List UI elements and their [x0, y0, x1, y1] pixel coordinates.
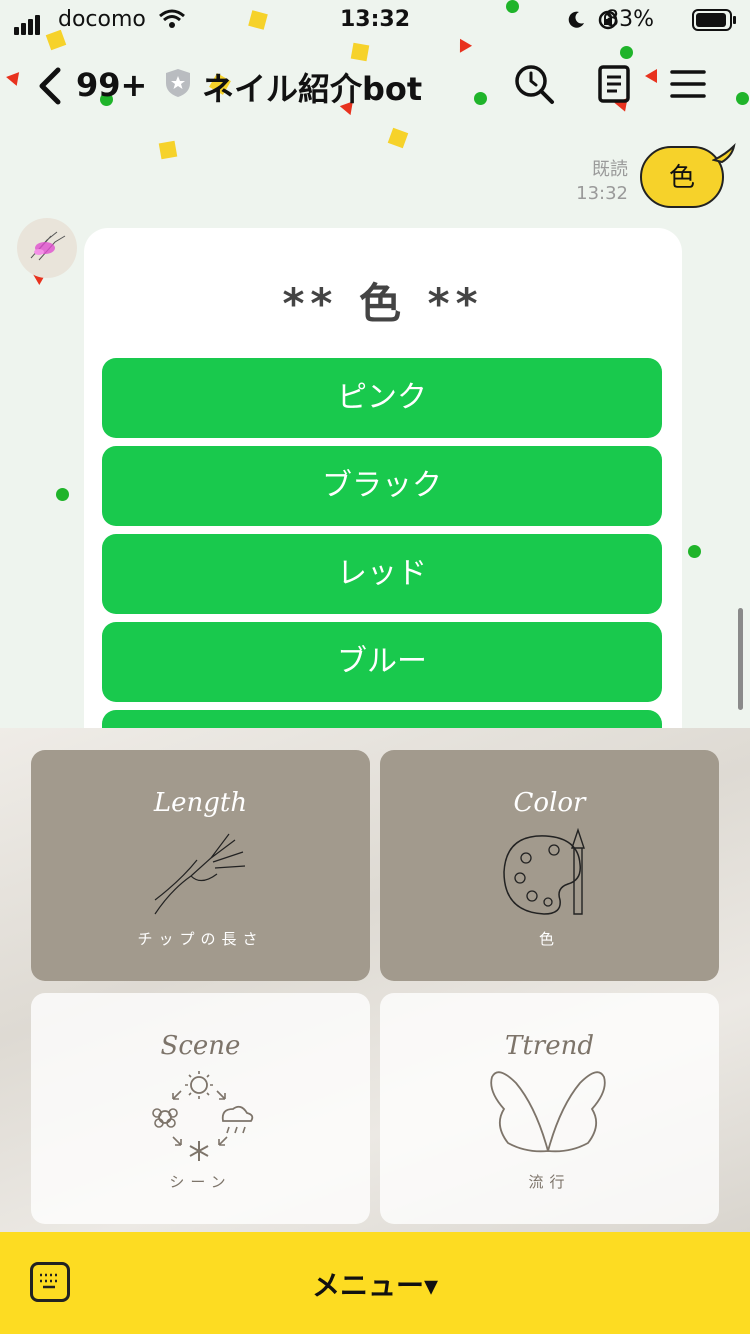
read-label: 既読: [592, 159, 628, 180]
bottom-bar: メニュー▾: [0, 1232, 750, 1334]
status-bar: docomo 13:32 83%: [0, 0, 750, 42]
tile-trend-label: 流行: [528, 1173, 571, 1191]
palette-icon: [503, 828, 585, 915]
option-blue-button[interactable]: ブルー: [102, 622, 662, 702]
tile-length-label: チップの長さ: [137, 930, 264, 948]
nail-image-icon: [30, 231, 66, 261]
bubble-tail: [712, 142, 736, 164]
menu-tile-trend[interactable]: Ttrend 流行: [380, 993, 719, 1224]
read-receipt: 既読 13:32: [560, 158, 628, 206]
menu-tile-scene[interactable]: Scene シーン: [31, 993, 370, 1224]
seasons-icon: [152, 1071, 254, 1161]
moon-icon: [568, 11, 584, 28]
search-icon[interactable]: [512, 62, 556, 106]
tile-scene-title: Scene: [160, 1031, 241, 1061]
battery-percent: 83%: [605, 7, 654, 32]
butterfly-icon: [490, 1071, 606, 1153]
tile-color-title: Color: [513, 788, 586, 818]
card-title: ** 色 **: [282, 279, 484, 328]
menu-tile-color[interactable]: Color 色: [380, 750, 719, 981]
color-options-card: ** 色 ** ピンク ブラック レッド ブルー: [84, 228, 682, 790]
chevron-left-icon: [39, 67, 61, 105]
menu-tile-length[interactable]: Length チップの長さ: [31, 750, 370, 981]
menu-icon[interactable]: [666, 62, 710, 106]
tile-length-title: Length: [153, 788, 248, 818]
menu-toggle-button[interactable]: メニュー▾: [0, 1264, 750, 1304]
read-time: 13:32: [576, 183, 628, 204]
chat-title: ネイル紹介bot: [202, 70, 423, 108]
notes-icon[interactable]: [592, 62, 636, 106]
tile-trend-title: Ttrend: [505, 1031, 594, 1061]
rich-menu: Length チップの長さ Color 色 Scene シーン Ttrend 流…: [0, 728, 750, 1232]
verified-shield-icon: [166, 69, 190, 97]
option-black-button[interactable]: ブラック: [102, 446, 662, 526]
scrollbar[interactable]: [738, 608, 743, 710]
option-pink-button[interactable]: ピンク: [102, 358, 662, 438]
tile-color-label: 色: [538, 930, 560, 948]
hand-icon: [154, 833, 246, 915]
battery-icon: [692, 9, 736, 31]
option-red-button[interactable]: レッド: [102, 534, 662, 614]
tile-scene-label: シーン: [169, 1173, 232, 1191]
unread-count[interactable]: 99+: [76, 66, 147, 104]
bot-avatar[interactable]: [17, 218, 77, 278]
chat-header: 99+ ネイル紹介bot: [0, 52, 750, 118]
